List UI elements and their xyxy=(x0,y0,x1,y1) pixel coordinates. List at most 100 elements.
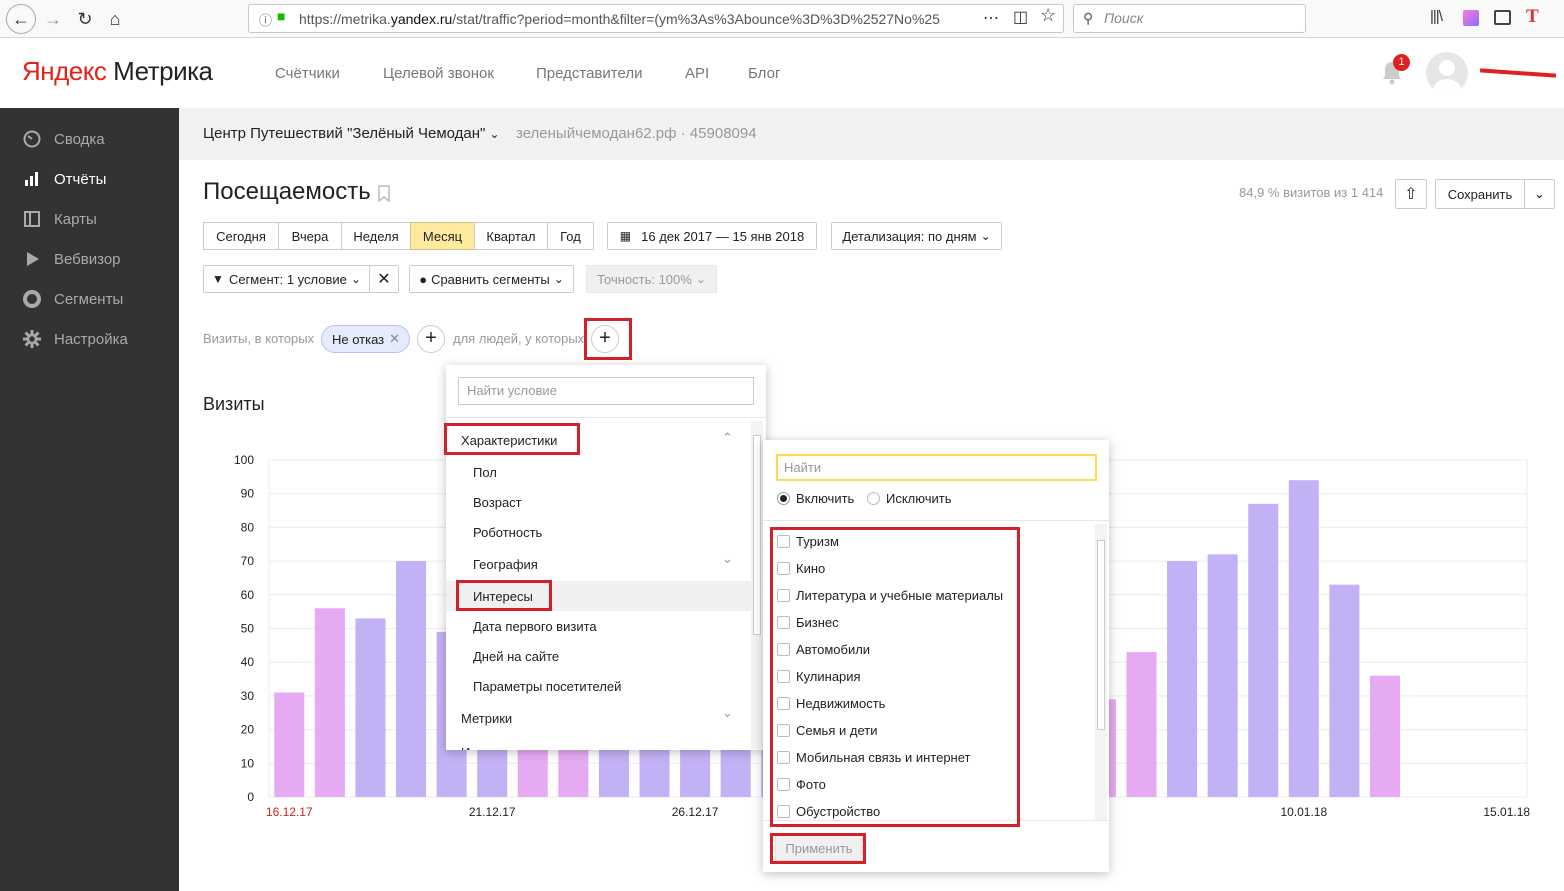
logo[interactable]: Яндекс Метрика xyxy=(22,56,213,87)
counter-name: Центр Путешествий "Зелёный Чемодан" xyxy=(203,125,486,142)
save-menu-button[interactable]: ⌄ xyxy=(1524,179,1555,209)
accuracy-label: Точность: 100% xyxy=(597,271,692,287)
sidebar-item-reports[interactable]: Отчёты xyxy=(0,159,179,199)
segment-dropdown[interactable]: ▼ Сегмент: 1 условие ⌄ xyxy=(203,265,370,293)
chart-title: Визиты xyxy=(203,394,265,414)
home-icon[interactable]: ⌂ xyxy=(100,4,130,34)
drops-icon: ● xyxy=(419,271,428,287)
nav-counters[interactable]: Счётчики xyxy=(275,65,340,82)
sidebar-item-summary[interactable]: Сводка xyxy=(0,119,179,159)
forward-icon[interactable]: → xyxy=(38,4,68,34)
visits-which-label: Визиты, в которых xyxy=(203,331,315,346)
url-bar[interactable]: ⓘ ■ https://metrika. yandex.ru/stat/traff… xyxy=(248,4,1064,33)
nav-representatives[interactable]: Представители xyxy=(536,65,642,82)
counter-selector[interactable]: Центр Путешествий "Зелёный Чемодан" ⌄ xyxy=(203,125,500,142)
translate-extension-icon[interactable]: T xyxy=(1526,6,1539,28)
condition-first-visit-date[interactable]: Дата первого визита xyxy=(446,611,751,641)
map-icon xyxy=(22,209,42,229)
gear-icon xyxy=(22,329,42,349)
accuracy-dropdown[interactable]: Точность: 100% ⌄ xyxy=(586,265,717,293)
sidebar-item-label: Сводка xyxy=(54,130,105,148)
bar[interactable] xyxy=(1329,584,1360,797)
condition-gender[interactable]: Пол xyxy=(446,457,751,487)
bar[interactable] xyxy=(1288,480,1319,797)
url-prefix: https://metrika. xyxy=(299,10,391,27)
plus-icon: + xyxy=(425,327,437,349)
save-button[interactable]: Сохранить xyxy=(1435,179,1525,209)
x-tick-label: 15.01.18 xyxy=(1483,805,1530,819)
y-tick-label: 40 xyxy=(241,655,255,669)
extension-icon[interactable] xyxy=(1463,10,1479,26)
library-icon[interactable]: |||\ xyxy=(1430,8,1443,25)
bar[interactable] xyxy=(1207,554,1238,797)
y-tick-label: 100 xyxy=(234,453,254,467)
notification-badge: 1 xyxy=(1393,54,1410,71)
sidebar-item-webvisor[interactable]: Вебвизор xyxy=(0,239,179,279)
url-rest: /stat/traffic?period=month&filter=(ym%3A… xyxy=(452,10,940,27)
avatar[interactable] xyxy=(1426,52,1468,94)
sidebar-toggle-icon[interactable] xyxy=(1494,10,1511,25)
filter-chip[interactable]: Не отказ ✕ xyxy=(321,325,410,353)
info-icon[interactable]: ⓘ xyxy=(259,10,272,29)
period-week[interactable]: Неделя xyxy=(341,222,411,250)
browser-search-input[interactable]: ⚲ Поиск xyxy=(1073,4,1306,33)
logo-yandex: Яндекс xyxy=(22,56,107,86)
period-quarter[interactable]: Квартал xyxy=(474,222,548,250)
reload-icon[interactable]: ↻ xyxy=(70,4,100,34)
sidebar-item-maps[interactable]: Карты xyxy=(0,199,179,239)
add-visit-condition-button[interactable]: + xyxy=(417,325,445,353)
play-icon xyxy=(22,249,42,269)
bar[interactable] xyxy=(1369,675,1400,797)
filter-chip-label: Не отказ xyxy=(332,331,385,347)
condition-robotness[interactable]: Роботность xyxy=(446,517,751,547)
bar[interactable] xyxy=(1167,561,1198,797)
y-tick-label: 30 xyxy=(241,689,255,703)
more-icon[interactable]: ⋯ xyxy=(983,8,999,28)
exclude-radio[interactable]: Исключить xyxy=(867,491,952,506)
back-icon[interactable]: ← xyxy=(6,4,36,34)
date-range-picker[interactable]: ▦ 16 дек 2017 — 15 янв 2018 xyxy=(607,222,817,250)
bookmark-icon[interactable] xyxy=(378,185,390,203)
bar[interactable] xyxy=(355,618,386,797)
condition-days-on-site[interactable]: Дней на сайте xyxy=(446,641,751,671)
search-icon: ⚲ xyxy=(1083,10,1094,26)
detail-dropdown[interactable]: Детализация: по дням ⌄ xyxy=(831,222,1002,250)
period-year[interactable]: Год xyxy=(547,222,594,250)
nav-target-call[interactable]: Целевой звонок xyxy=(383,65,494,82)
bar[interactable] xyxy=(396,561,427,797)
nav-blog[interactable]: Блог xyxy=(748,65,780,82)
include-label: Включить xyxy=(796,491,855,506)
close-icon: ✕ xyxy=(377,271,391,288)
chevron-down-icon: ⌄ xyxy=(350,272,361,286)
condition-visitor-params[interactable]: Параметры посетителей xyxy=(446,671,751,701)
pocket-icon[interactable]: ◫ xyxy=(1013,7,1028,27)
bar[interactable] xyxy=(314,608,345,797)
segment-clear-button[interactable]: ✕ xyxy=(369,265,399,293)
bookmark-star-icon[interactable]: ☆ xyxy=(1040,5,1056,26)
compare-segments-button[interactable]: ● Сравнить сегменты ⌄ xyxy=(409,265,574,293)
period-month[interactable]: Месяц xyxy=(410,222,475,250)
x-tick-label: 21.12.17 xyxy=(469,805,516,819)
group-metrics[interactable]: Метрики ⌄ xyxy=(446,703,751,733)
bar[interactable] xyxy=(1248,503,1279,797)
close-icon[interactable]: ✕ xyxy=(389,331,400,347)
sidebar-item-settings[interactable]: Настройка xyxy=(0,319,179,359)
username-redacted[interactable] xyxy=(1478,66,1558,80)
sidebar-item-segments[interactable]: Сегменты xyxy=(0,279,179,319)
bar[interactable] xyxy=(274,692,305,797)
nav-api[interactable]: API xyxy=(685,65,709,82)
radio-unchecked-icon xyxy=(867,492,880,505)
values-search-input[interactable]: Найти xyxy=(776,454,1097,481)
condition-age[interactable]: Возраст xyxy=(446,487,751,517)
period-yesterday[interactable]: Вчера xyxy=(278,222,342,250)
period-today[interactable]: Сегодня xyxy=(203,222,279,250)
condition-scrollbar[interactable] xyxy=(751,421,763,749)
y-tick-label: 10 xyxy=(241,756,255,770)
condition-search-input[interactable]: Найти условие xyxy=(458,377,754,405)
condition-geography[interactable]: География ⌄ xyxy=(446,549,751,579)
counter-domain: зеленыйчемодан62.рф xyxy=(516,125,677,142)
bar[interactable] xyxy=(1126,652,1157,797)
export-button[interactable]: ⇧ xyxy=(1395,179,1427,209)
include-radio[interactable]: Включить xyxy=(777,491,854,506)
values-scrollbar[interactable] xyxy=(1095,524,1107,820)
